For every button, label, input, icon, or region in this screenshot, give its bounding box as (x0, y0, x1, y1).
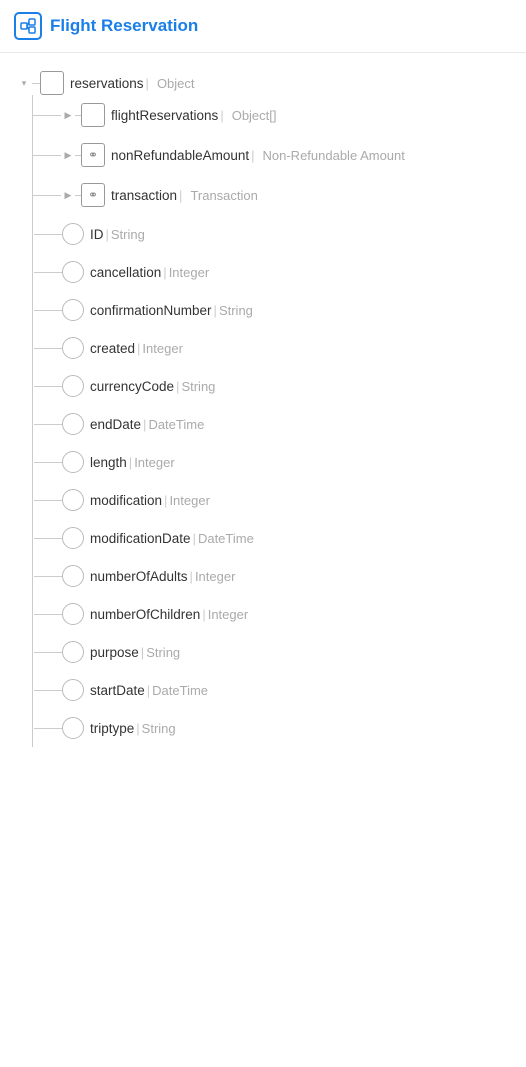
transaction-icon: ⚭ (81, 183, 105, 207)
leaf-circle-icon (62, 717, 84, 739)
list-item: ▶ ⚭ transaction | Transaction (33, 175, 526, 215)
leaf-label: numberOfAdults (90, 569, 188, 584)
list-item: modification | Integer (34, 481, 526, 519)
leaf-type: Integer (169, 493, 209, 508)
leaf-label: endDate (90, 417, 141, 432)
schema-icon (14, 12, 42, 40)
non-refundable-label: nonRefundableAmount (111, 148, 249, 163)
root-h-connector (32, 83, 40, 84)
non-refundable-chevron[interactable]: ▶ (61, 150, 75, 161)
leaf-label: startDate (90, 683, 145, 698)
leaf-label: ID (90, 227, 104, 242)
list-item: triptype | String (34, 709, 526, 747)
root-vline (32, 95, 33, 747)
leaf-circle-icon (62, 299, 84, 321)
leaf-type: String (181, 379, 215, 394)
root-subtree: ▶ flightReservations | Object[] ▶ ⚭ nonR… (33, 95, 526, 747)
non-refundable-icon: ⚭ (81, 143, 105, 167)
leaf-circle-icon (62, 565, 84, 587)
header: Flight Reservation (0, 0, 526, 53)
list-item: confirmationNumber | String (34, 291, 526, 329)
leaf-type: String (146, 645, 180, 660)
leaf-type: String (142, 721, 176, 736)
list-item: length | Integer (34, 443, 526, 481)
leaf-circle-icon (62, 679, 84, 701)
leaf-type: Integer (134, 455, 174, 470)
leaf-label: created (90, 341, 135, 356)
page-title: Flight Reservation (50, 16, 198, 36)
list-item: currencyCode | String (34, 367, 526, 405)
leaf-label: cancellation (90, 265, 161, 280)
list-item: ▶ ⚭ nonRefundableAmount | Non-Refundable… (33, 135, 526, 175)
root-type: Object (157, 76, 195, 91)
transaction-type: Transaction (190, 188, 257, 203)
leaf-label: modificationDate (90, 531, 191, 546)
list-item: numberOfAdults | Integer (34, 557, 526, 595)
leaf-circle-icon (62, 489, 84, 511)
list-item: endDate | DateTime (34, 405, 526, 443)
list-item: cancellation | Integer (34, 253, 526, 291)
leaf-circle-icon (62, 261, 84, 283)
leaf-circle-icon (62, 223, 84, 245)
leaf-circle-icon (62, 641, 84, 663)
leaf-type: Integer (142, 341, 182, 356)
list-item: ID | String (34, 215, 526, 253)
list-item: created | Integer (34, 329, 526, 367)
leaf-section: ID | String cancellation | Integer confi… (33, 215, 526, 747)
app-container: Flight Reservation ▾ reservations | Obje… (0, 0, 526, 757)
leaf-circle-icon (62, 337, 84, 359)
leaf-label: currencyCode (90, 379, 174, 394)
transaction-label: transaction (111, 188, 177, 203)
root-icon (40, 71, 64, 95)
list-item: numberOfChildren | Integer (34, 595, 526, 633)
list-item: modificationDate | DateTime (34, 519, 526, 557)
root-label: reservations (70, 76, 144, 91)
leaf-type: DateTime (148, 417, 204, 432)
transaction-chevron[interactable]: ▶ (61, 190, 75, 201)
root-row: ▾ reservations | Object (10, 63, 526, 95)
leaf-label: numberOfChildren (90, 607, 200, 622)
list-item: purpose | String (34, 633, 526, 671)
leaf-label: triptype (90, 721, 134, 736)
leaf-type: DateTime (198, 531, 254, 546)
leaf-items: ID | String cancellation | Integer confi… (34, 215, 526, 747)
leaf-label: length (90, 455, 127, 470)
leaf-circle-icon (62, 603, 84, 625)
leaf-circle-icon (62, 451, 84, 473)
tree-view: ▾ reservations | Object ▶ flightReservat… (0, 53, 526, 757)
leaf-label: modification (90, 493, 162, 508)
flight-reservations-label: flightReservations (111, 108, 218, 123)
leaf-circle-icon (62, 375, 84, 397)
leaf-circle-icon (62, 413, 84, 435)
leaf-type: Integer (195, 569, 235, 584)
leaf-label: confirmationNumber (90, 303, 212, 318)
leaf-circle-icon (62, 527, 84, 549)
list-item: ▶ flightReservations | Object[] (33, 95, 526, 135)
leaf-type: String (111, 227, 145, 242)
flight-reservations-type: Object[] (232, 108, 277, 123)
flight-reservations-icon (81, 103, 105, 127)
leaf-type: Integer (169, 265, 209, 280)
flight-reservations-chevron[interactable]: ▶ (61, 110, 75, 121)
root-children: ▶ flightReservations | Object[] ▶ ⚭ nonR… (10, 95, 526, 747)
root-chevron[interactable]: ▾ (16, 78, 32, 89)
leaf-type: DateTime (152, 683, 208, 698)
non-refundable-type: Non-Refundable Amount (263, 148, 405, 163)
leaf-type: String (219, 303, 253, 318)
leaf-type: Integer (208, 607, 248, 622)
leaf-label: purpose (90, 645, 139, 660)
list-item: startDate | DateTime (34, 671, 526, 709)
